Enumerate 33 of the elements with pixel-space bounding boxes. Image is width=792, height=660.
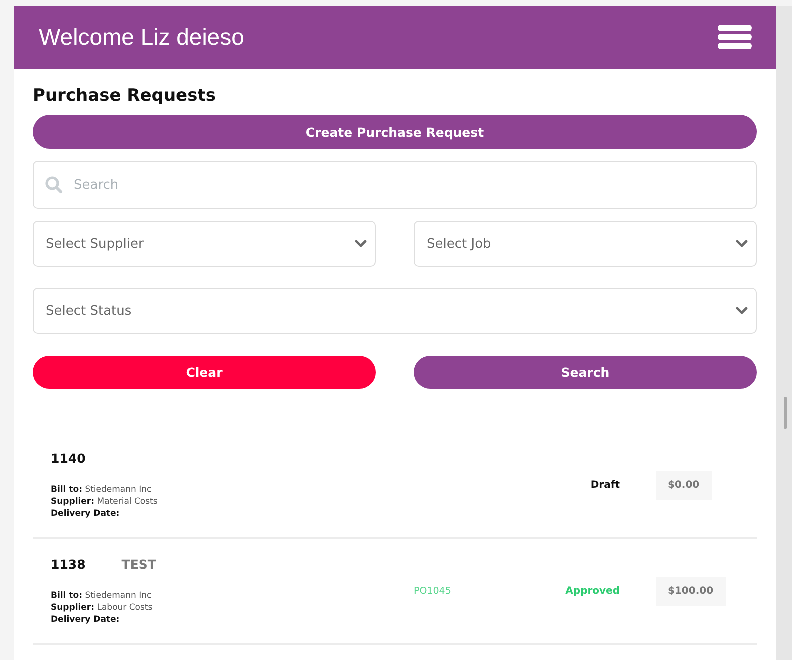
page-title: Purchase Requests (33, 86, 217, 106)
chevron-down-icon (736, 240, 748, 248)
clear-button[interactable]: Clear (33, 356, 376, 389)
search-button[interactable]: Search (414, 356, 757, 389)
chevron-down-icon (355, 240, 367, 248)
menu-icon[interactable] (718, 25, 752, 50)
request-row[interactable]: 1140 Bill to: Stiedemann Inc Supplier: Material Costs Delivery Date: Draft $0.00 (33, 433, 757, 539)
search-field[interactable]: Search (33, 161, 757, 209)
select-placeholder: Select Status (46, 304, 132, 318)
amount-label: $0.00 (656, 470, 712, 500)
request-number: 1138 (51, 556, 86, 572)
create-button[interactable]: Create Purchase Request (33, 115, 757, 149)
select-field[interactable]: Select Status (33, 288, 757, 334)
select-placeholder: Select Supplier (46, 236, 144, 252)
delivery-line: Delivery Date: (51, 614, 121, 626)
request-number: 1140 (51, 450, 86, 466)
select-placeholder: Select Job (427, 236, 492, 252)
po-number: PO1045 (414, 586, 452, 596)
supplier-line: Supplier: Labour Costs (51, 602, 154, 614)
bill-to-line: Bill to: Stiedemann Inc (51, 484, 153, 496)
amount-label: $100.00 (656, 576, 726, 606)
scrollbar-thumb[interactable] (784, 397, 787, 429)
chevron-down-icon (736, 307, 748, 315)
bill-to-line: Bill to: Stiedemann Inc (51, 590, 153, 602)
status-label: Draft (590, 480, 620, 490)
select-field[interactable]: Select Supplier (33, 221, 376, 267)
supplier-line: Supplier: Material Costs (51, 496, 159, 508)
delivery-line: Delivery Date: (51, 508, 121, 520)
select-field[interactable]: Select Job (414, 221, 757, 267)
request-tag: TEST (122, 556, 156, 572)
request-row[interactable]: 1138 TEST Bill to: Stiedemann Inc Supplier: Labour Costs Delivery Date: PO1045 Approved $100.00 (33, 539, 757, 645)
status-label: Approved (564, 586, 620, 596)
welcome-title: Welcome Liz deieso (39, 24, 244, 51)
